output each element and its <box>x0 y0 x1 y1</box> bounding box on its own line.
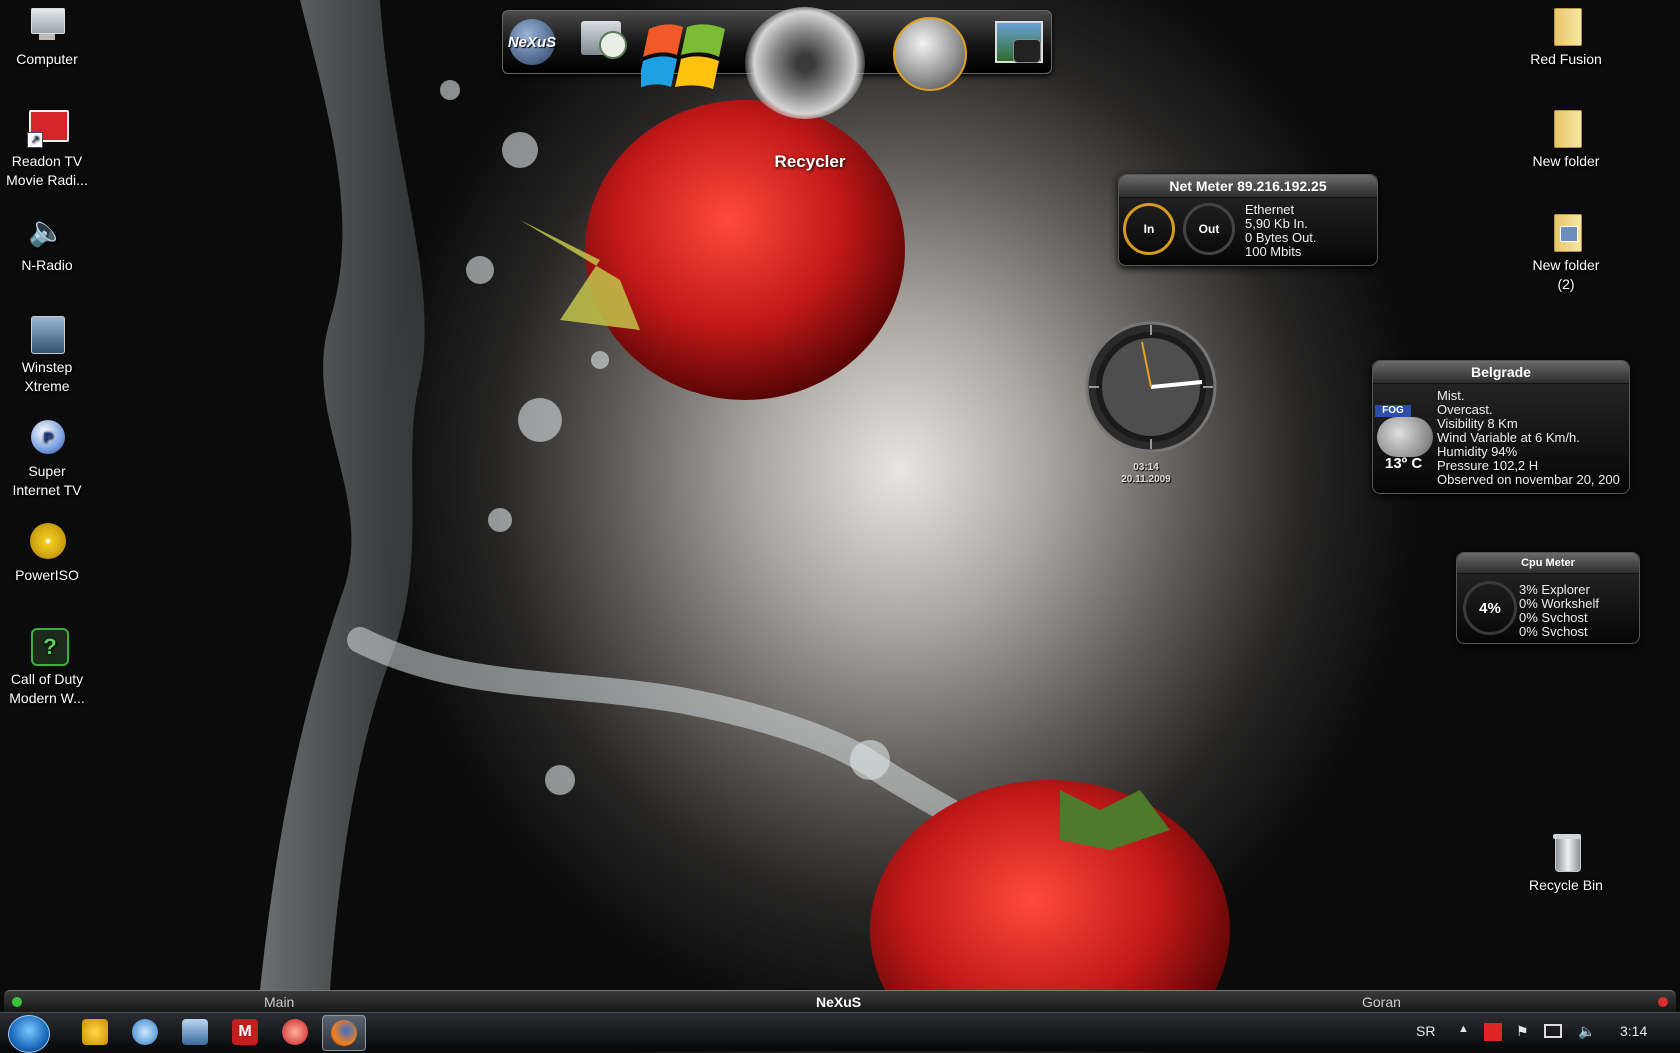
malware-icon[interactable]: M <box>232 1019 258 1045</box>
net-meter-gadget[interactable]: Net Meter 89.216.192.25 In Out Ethernet … <box>1118 174 1378 266</box>
net-line: 5,90 Kb In. <box>1245 216 1308 231</box>
weather-line: Overcast. <box>1437 402 1493 417</box>
desktop-icon-computer[interactable]: Computer <box>0 6 94 69</box>
folder-icon <box>1546 108 1586 148</box>
cpu-line: 0% Svchost <box>1519 610 1588 625</box>
desktop-icon-red-fusion[interactable]: Red Fusion <box>1519 6 1613 69</box>
weather-line: Wind Variable at 6 Km/h. <box>1437 430 1580 445</box>
desktop-icon-n-radio[interactable]: 🔈 N-Radio <box>0 212 94 275</box>
nexus-shelf-bar: Main NeXuS Goran <box>4 990 1676 1013</box>
cpu-line: 3% Explorer <box>1519 582 1590 597</box>
nexus-dock: NeXuS <box>502 7 1052 119</box>
desktop-icon-super-internet-tv[interactable]: P Super Internet TV <box>0 418 94 500</box>
desktop-icon-readon-tv[interactable]: ↗ Readon TV Movie Radi... <box>0 108 94 190</box>
desktop-icon-winstep-xtreme[interactable]: Winstep Xtreme <box>0 314 94 396</box>
ccleaner-icon[interactable] <box>282 1019 308 1045</box>
network-icon[interactable] <box>1544 1024 1562 1038</box>
clock-date: 20.11.2009 <box>1121 474 1171 485</box>
shelf-main-tab[interactable]: Main <box>264 994 294 1010</box>
folder-icon <box>1546 212 1586 252</box>
desktop-icon-new-folder-2[interactable]: New folder (2) <box>1519 212 1613 294</box>
firefox-icon <box>331 1020 357 1046</box>
weather-line: Mist. <box>1437 388 1465 403</box>
weather-line: Observed on novembar 20, 200 <box>1437 472 1620 487</box>
cpu-meter-gadget[interactable]: Cpu Meter 4% 3% Explorer 0% Workshelf 0%… <box>1456 552 1640 644</box>
net-line: Ethernet <box>1245 202 1295 217</box>
speaker-icon: 🔈 <box>28 215 66 248</box>
start-orb-icon[interactable] <box>8 1015 50 1053</box>
readon-tv-icon: ↗ <box>27 108 69 148</box>
desktop-icon-new-folder[interactable]: New folder <box>1519 108 1613 171</box>
clock-time: 03:14 <box>1133 462 1159 473</box>
net-line: 100 Mbits <box>1245 244 1302 259</box>
green-indicator-icon <box>12 997 22 1007</box>
analog-clock-gadget[interactable] <box>1084 320 1218 454</box>
weather-line: Humidity 94% <box>1437 444 1518 459</box>
tray-security-icon[interactable] <box>1484 1023 1502 1041</box>
action-center-flag-icon[interactable]: ⚑ <box>1516 1023 1529 1040</box>
windows-logo-icon[interactable] <box>637 15 731 89</box>
taskbar-clock[interactable]: 3:14 <box>1620 1023 1647 1039</box>
computer-icon <box>27 6 67 46</box>
call-of-duty-icon: ? <box>27 626 69 666</box>
language-indicator[interactable]: SR <box>1416 1023 1435 1039</box>
nexus-logo-icon[interactable]: NeXuS <box>508 19 556 65</box>
close-indicator-icon[interactable] <box>1658 997 1668 1007</box>
camera-icon[interactable] <box>993 17 1043 67</box>
cpu-dial: 4% <box>1463 581 1517 635</box>
volume-icon[interactable]: 🔈 <box>1578 1023 1595 1040</box>
weather-line: Visibility 8 Km <box>1437 416 1518 431</box>
shelf-nexus-tab[interactable]: NeXuS <box>816 994 861 1010</box>
wallpaper <box>260 0 1230 990</box>
globe-icon[interactable] <box>893 17 969 93</box>
firefox-task-button[interactable] <box>322 1015 366 1051</box>
clock-app-icon[interactable] <box>579 17 627 63</box>
net-out-dial: Out <box>1183 203 1235 255</box>
dock-hover-label: Recycler <box>774 152 846 171</box>
cpu-line: 0% Workshelf <box>1519 596 1599 611</box>
net-meter-title: Net Meter 89.216.192.25 <box>1119 175 1377 198</box>
poweriso-icon <box>27 522 67 562</box>
folder-icon <box>1546 6 1586 46</box>
weather-gadget[interactable]: Belgrade FOG 13º C Mist. Overcast. Visib… <box>1372 360 1630 494</box>
recycler-icon[interactable] <box>745 7 869 127</box>
cloud-icon <box>1377 417 1433 457</box>
weather-line: Pressure 102,2 H <box>1437 458 1539 473</box>
explorer-icon[interactable] <box>182 1019 208 1045</box>
winstep-icon <box>27 314 67 354</box>
windows-taskbar: M SR ▲ ⚑ 🔈 3:14 <box>0 1012 1680 1053</box>
cpu-meter-title: Cpu Meter <box>1457 553 1639 574</box>
recycle-bin-icon <box>1546 832 1586 872</box>
net-in-dial: In <box>1123 203 1175 255</box>
clock-readout: 03:14 20.11.2009 <box>1110 462 1182 485</box>
shelf-goran-tab[interactable]: Goran <box>1362 994 1401 1010</box>
desktop-icon-call-of-duty[interactable]: ? Call of Duty Modern W... <box>0 626 94 708</box>
desktop-icon-recycle-bin[interactable]: Recycle Bin <box>1519 832 1613 895</box>
net-line: 0 Bytes Out. <box>1245 230 1317 245</box>
weather-city: Belgrade <box>1373 361 1629 384</box>
fog-badge: FOG <box>1375 405 1411 417</box>
cpu-line: 0% Svchost <box>1519 624 1588 639</box>
show-hidden-icons-arrow[interactable]: ▲ <box>1458 1023 1469 1035</box>
media-player-icon[interactable] <box>132 1019 158 1045</box>
super-internet-tv-icon: P <box>27 418 67 458</box>
weather-temp: 13º C <box>1385 455 1423 472</box>
winstep-app-icon[interactable] <box>82 1019 108 1045</box>
desktop-icon-poweriso[interactable]: PowerISO <box>0 522 94 585</box>
